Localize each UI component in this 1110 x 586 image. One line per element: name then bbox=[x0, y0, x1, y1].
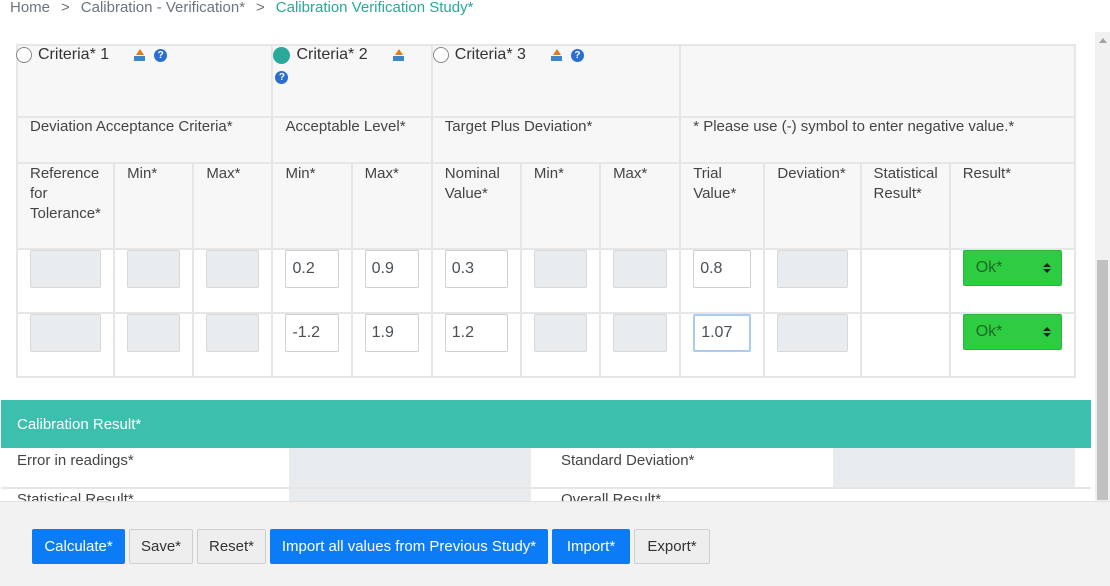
criteria-3-label: Criteria* 3 bbox=[454, 46, 526, 63]
reset-button[interactable]: Reset* bbox=[197, 529, 266, 564]
trial-value-input[interactable] bbox=[693, 314, 752, 352]
criteria-option-1[interactable]: Criteria* 1 ? bbox=[15, 44, 274, 118]
deviation-field bbox=[777, 250, 848, 288]
sort-caret-icon bbox=[1043, 263, 1051, 273]
calibration-result-header: Calibration Result* bbox=[1, 400, 1091, 448]
table-row: Ok* bbox=[15, 312, 1077, 378]
export-button[interactable]: Export* bbox=[634, 529, 710, 564]
import-previous-study-button[interactable]: Import all values from Previous Study* bbox=[270, 529, 548, 564]
col-acceptable-min: Min* bbox=[271, 162, 353, 250]
vertical-scrollbar[interactable] bbox=[1095, 32, 1110, 501]
criteria-empty-cell bbox=[679, 44, 1076, 118]
standard-deviation-label: Standard Deviation* bbox=[561, 452, 695, 469]
col-nominal-value: Nominal Value* bbox=[430, 162, 522, 250]
criteria-table: Criteria* 1 ? Criteria* 2 ? Criteria* 3 … bbox=[15, 44, 1077, 378]
result-select[interactable]: Ok* bbox=[962, 250, 1062, 286]
col-deviation-max: Max* bbox=[192, 162, 274, 250]
criteria-1-label: Criteria* 1 bbox=[38, 46, 110, 63]
criteria-3-radio[interactable] bbox=[432, 47, 449, 63]
col-target-max: Max* bbox=[599, 162, 682, 250]
table-row: Ok* bbox=[15, 248, 1077, 314]
acceptable-level-header: Acceptable Level* bbox=[271, 116, 433, 164]
target-min-field bbox=[533, 314, 588, 352]
target-min-field bbox=[533, 250, 588, 288]
target-max-field bbox=[613, 250, 668, 288]
reference-tolerance-field bbox=[30, 314, 102, 352]
import-button[interactable]: Import* bbox=[552, 529, 630, 564]
action-footer: Calculate* Save* Reset* Import all value… bbox=[0, 501, 1110, 586]
criteria-option-3[interactable]: Criteria* 3 ? bbox=[430, 44, 682, 118]
col-statistical-result: Statistical Result* bbox=[859, 162, 951, 250]
overall-result-label: Overall Result* bbox=[561, 491, 662, 501]
error-in-readings-label: Error in readings* bbox=[17, 452, 134, 469]
criteria-option-2[interactable]: Criteria* 2 ? bbox=[271, 44, 433, 118]
upload-icon[interactable] bbox=[133, 48, 146, 62]
breadcrumb-home[interactable]: Home bbox=[10, 0, 50, 16]
breadcrumb-calibration[interactable]: Calibration - Verification* bbox=[81, 0, 245, 16]
help-icon[interactable]: ? bbox=[275, 70, 289, 84]
upload-icon[interactable] bbox=[392, 48, 405, 62]
scrollbar-thumb[interactable] bbox=[1097, 260, 1108, 500]
chevron-right-icon: > bbox=[256, 0, 265, 16]
criteria-2-radio[interactable] bbox=[273, 46, 291, 64]
col-trial-value: Trial Value* bbox=[679, 162, 766, 250]
acceptable-max-input[interactable] bbox=[364, 250, 419, 288]
deviation-min-field bbox=[127, 314, 181, 352]
col-deviation-min: Min* bbox=[113, 162, 195, 250]
calibration-result-grid: Error in readings* Standard Deviation* S… bbox=[1, 448, 1091, 501]
help-icon[interactable]: ? bbox=[570, 48, 584, 62]
breadcrumb: Home > Calibration - Verification* > Cal… bbox=[0, 0, 1110, 32]
standard-deviation-field bbox=[833, 448, 1075, 488]
calculate-button[interactable]: Calculate* bbox=[32, 529, 125, 564]
result-select-value: Ok* bbox=[975, 323, 1003, 340]
target-plus-deviation-header: Target Plus Deviation* bbox=[430, 116, 682, 164]
error-in-readings-field bbox=[289, 448, 531, 501]
study-scroll-area[interactable]: Criteria* 1 ? Criteria* 2 ? Criteria* 3 … bbox=[0, 32, 1095, 501]
deviation-max-field bbox=[206, 250, 260, 288]
reference-tolerance-field bbox=[30, 250, 102, 288]
acceptable-min-input[interactable] bbox=[285, 250, 339, 288]
upload-icon[interactable] bbox=[550, 48, 563, 62]
sort-caret-icon bbox=[1043, 327, 1051, 337]
deviation-max-field bbox=[206, 314, 260, 352]
target-max-field bbox=[613, 314, 668, 352]
result-select[interactable]: Ok* bbox=[962, 314, 1062, 350]
breadcrumb-current: Calibration Verification Study* bbox=[275, 0, 474, 16]
row-divider bbox=[1, 487, 1091, 489]
col-reference-tolerance: Reference for Tolerance* bbox=[15, 162, 116, 250]
nominal-value-input[interactable] bbox=[444, 250, 508, 288]
deviation-field bbox=[777, 314, 848, 352]
result-select-value: Ok* bbox=[975, 259, 1003, 276]
col-deviation: Deviation* bbox=[763, 162, 862, 250]
statistical-result-cell bbox=[859, 312, 951, 378]
trial-value-input[interactable] bbox=[693, 250, 752, 288]
statistical-result-cell bbox=[859, 248, 951, 314]
scroll-up-icon[interactable] bbox=[1099, 38, 1107, 43]
save-button[interactable]: Save* bbox=[129, 529, 193, 564]
nominal-value-input[interactable] bbox=[444, 314, 508, 352]
help-icon[interactable]: ? bbox=[154, 48, 168, 62]
negative-value-warning: * Please use (-) symbol to enter negativ… bbox=[679, 116, 1076, 164]
col-acceptable-max: Max* bbox=[350, 162, 433, 250]
chevron-right-icon: > bbox=[61, 0, 70, 16]
statistical-result-label: Statistical Result* bbox=[17, 491, 134, 501]
deviation-min-field bbox=[127, 250, 181, 288]
criteria-1-radio[interactable] bbox=[16, 47, 32, 63]
criteria-2-label: Criteria* 2 bbox=[296, 46, 368, 63]
acceptable-max-input[interactable] bbox=[364, 314, 419, 352]
acceptable-min-input[interactable] bbox=[285, 314, 339, 352]
col-target-min: Min* bbox=[519, 162, 602, 250]
deviation-criteria-header: Deviation Acceptance Criteria* bbox=[15, 116, 274, 164]
col-result: Result* bbox=[948, 162, 1077, 250]
